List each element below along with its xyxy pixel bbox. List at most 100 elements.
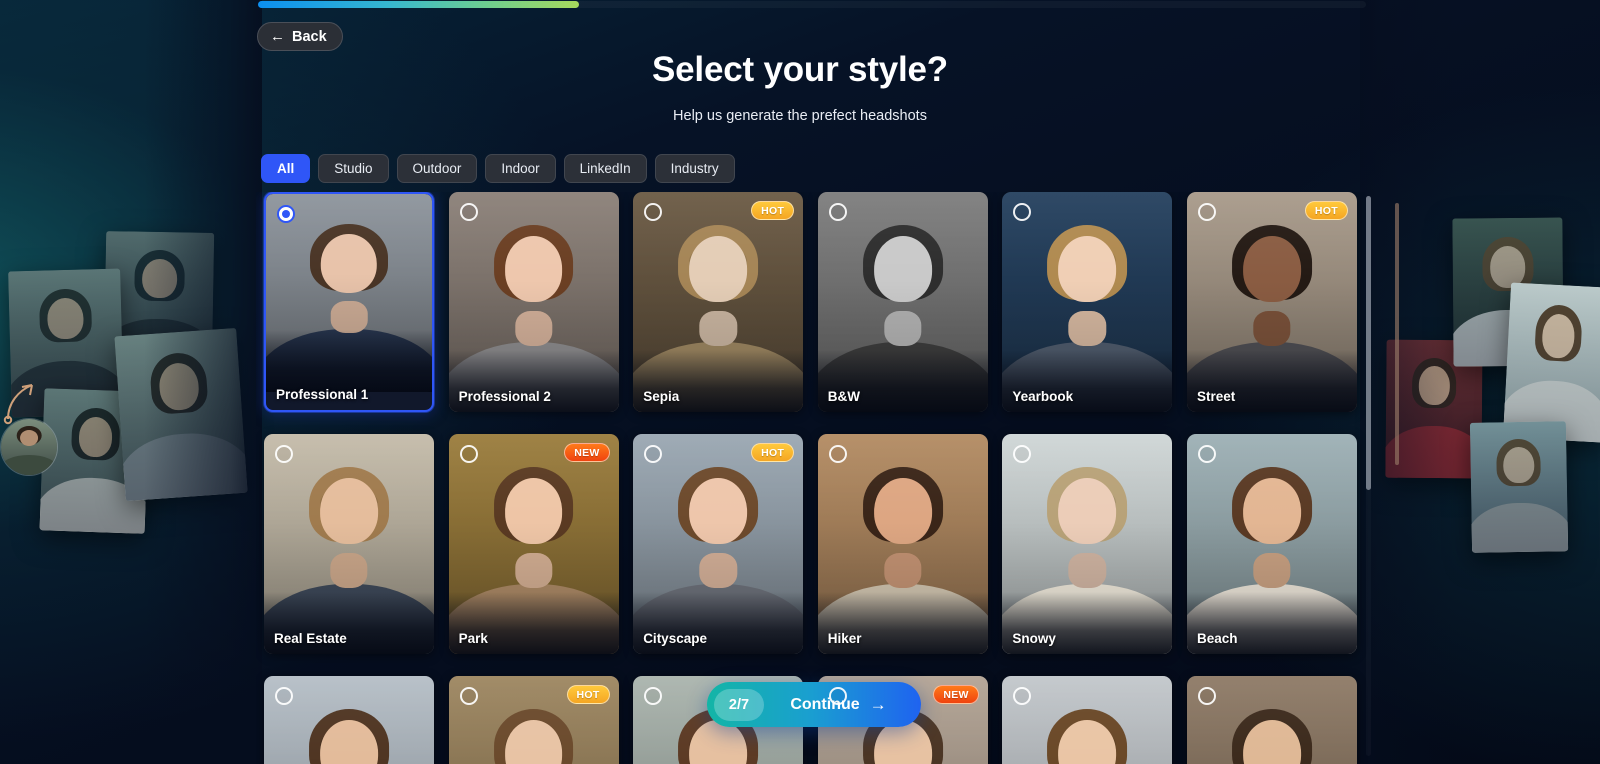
- style-thumbnail: [1002, 192, 1173, 412]
- radio-unchecked-icon[interactable]: [1197, 687, 1216, 705]
- style-card-professional-1[interactable]: Professional 1: [264, 192, 434, 412]
- style-card-label: B&W: [827, 389, 861, 404]
- badge-hot: HOT: [751, 443, 795, 462]
- style-thumbnail: [633, 192, 804, 412]
- filter-tab-industry[interactable]: Industry: [654, 154, 735, 183]
- grid-scrollbar-thumb[interactable]: [1366, 196, 1371, 490]
- style-card-label: Hiker: [827, 631, 862, 646]
- style-card-cityscape[interactable]: HOT Cityscape: [633, 434, 804, 654]
- curved-arrow-icon: [3, 384, 33, 425]
- style-card-yearbook[interactable]: Yearbook: [1002, 192, 1173, 412]
- style-thumbnail: [817, 434, 988, 654]
- progress-bar-fill: [258, 1, 580, 8]
- filter-tab-label: All: [277, 161, 295, 176]
- style-card-label: Real Estate: [274, 631, 347, 646]
- style-thumbnail: [1186, 192, 1357, 412]
- arrow-left-icon: ←: [270, 28, 285, 45]
- filter-tab-label: Outdoor: [412, 161, 462, 176]
- style-card-label: Professional 2: [458, 389, 551, 404]
- deco-photo: [103, 231, 215, 373]
- deco-photo: [1469, 421, 1569, 553]
- style-card-label: Cityscape: [643, 631, 707, 646]
- style-grid: Professional 1 Professional 2 HOT Sepia B&W Y…: [256, 192, 1374, 764]
- badge-hot: HOT: [566, 685, 610, 704]
- style-selection-screen: ← Back Select your style? Help us genera…: [0, 0, 1600, 764]
- style-card[interactable]: [1002, 676, 1173, 764]
- style-card[interactable]: [264, 676, 434, 764]
- step-counter-badge: 2/7: [714, 688, 764, 721]
- style-thumbnail: [264, 434, 434, 654]
- filter-tab-indoor[interactable]: Indoor: [485, 154, 556, 183]
- radio-unchecked-icon[interactable]: [459, 445, 478, 463]
- filter-tab-linkedin[interactable]: LinkedIn: [563, 154, 647, 183]
- decorative-vertical-bar: [1395, 203, 1399, 465]
- filter-tab-all[interactable]: All: [261, 154, 311, 183]
- style-thumbnail: [817, 192, 988, 412]
- radio-unchecked-icon[interactable]: [275, 687, 293, 705]
- style-card-label: Professional 1: [276, 387, 369, 402]
- filter-tab-label: Indoor: [501, 161, 540, 176]
- style-card-hiker[interactable]: Hiker: [817, 434, 988, 654]
- style-card-label: Yearbook: [1012, 389, 1074, 404]
- deco-photo: [1503, 282, 1600, 443]
- filter-tab-label: Industry: [670, 161, 719, 176]
- deco-photo: [1385, 339, 1483, 479]
- filter-tab-studio[interactable]: Studio: [318, 154, 389, 183]
- page-title: Select your style?: [652, 50, 948, 89]
- radio-unchecked-icon[interactable]: [459, 203, 478, 221]
- style-thumbnail: [448, 434, 619, 654]
- decorative-collage-left: [0, 210, 260, 550]
- badge-hot: HOT: [1304, 201, 1348, 220]
- radio-unchecked-icon[interactable]: [828, 687, 847, 705]
- deco-photo: [114, 327, 248, 502]
- deco-photo: [39, 388, 150, 534]
- style-card-snowy[interactable]: Snowy: [1002, 434, 1173, 654]
- grid-scrollbar-track[interactable]: [1366, 196, 1371, 756]
- style-thumbnail: [1186, 434, 1357, 654]
- style-card-label: Snowy: [1012, 631, 1056, 646]
- radio-unchecked-icon[interactable]: [828, 203, 847, 221]
- deco-photo: [1452, 217, 1564, 367]
- style-card-label: Beach: [1196, 631, 1238, 646]
- progress-bar: [258, 1, 1366, 8]
- style-card[interactable]: [1186, 676, 1357, 764]
- badge-hot: HOT: [751, 201, 795, 220]
- continue-text: Continue: [790, 695, 860, 713]
- style-thumbnail: [266, 194, 432, 392]
- badge-new: NEW: [933, 685, 979, 704]
- style-card-label: Street: [1196, 389, 1236, 404]
- filter-tab-label: Studio: [334, 161, 373, 176]
- arrow-right-icon: →: [869, 694, 887, 714]
- style-card-professional-2[interactable]: Professional 2: [448, 192, 619, 412]
- decorative-collage-right: [1385, 200, 1600, 560]
- continue-button[interactable]: 2/7 Continue →: [707, 682, 921, 727]
- back-button[interactable]: ← Back: [257, 22, 343, 51]
- back-button-label: Back: [292, 28, 327, 45]
- style-card-sepia[interactable]: HOT Sepia: [633, 192, 804, 412]
- style-thumbnail: [1002, 434, 1173, 654]
- radio-unchecked-icon[interactable]: [828, 445, 847, 463]
- page-subtitle: Help us generate the prefect headshots: [673, 108, 927, 124]
- radio-unchecked-icon[interactable]: [1197, 203, 1216, 221]
- badge-new: NEW: [564, 443, 610, 462]
- style-card-street[interactable]: HOT Street: [1186, 192, 1357, 412]
- radio-unchecked-icon[interactable]: [459, 687, 478, 705]
- style-card-b-w[interactable]: B&W: [817, 192, 988, 412]
- style-filter-tabs: All Studio Outdoor Indoor LinkedIn Industry: [261, 154, 735, 183]
- radio-unchecked-icon[interactable]: [1197, 445, 1216, 463]
- style-card[interactable]: HOT: [448, 676, 619, 764]
- style-grid-viewport: Professional 1 Professional 2 HOT Sepia B&W Y…: [256, 192, 1374, 764]
- radio-unchecked-icon[interactable]: [275, 445, 293, 463]
- style-card-park[interactable]: NEW Park: [448, 434, 619, 654]
- style-thumbnail: [448, 192, 619, 412]
- style-card-label: Sepia: [643, 389, 680, 404]
- style-card-real-estate[interactable]: Real Estate: [264, 434, 434, 654]
- style-card-label: Park: [458, 631, 488, 646]
- deco-avatar: [0, 418, 58, 476]
- style-thumbnail: [633, 434, 804, 654]
- filter-tab-outdoor[interactable]: Outdoor: [396, 154, 478, 183]
- deco-photo: [8, 268, 124, 418]
- radio-checked-icon[interactable]: [277, 205, 295, 223]
- filter-tab-label: LinkedIn: [579, 161, 631, 176]
- style-card-beach[interactable]: Beach: [1186, 434, 1357, 654]
